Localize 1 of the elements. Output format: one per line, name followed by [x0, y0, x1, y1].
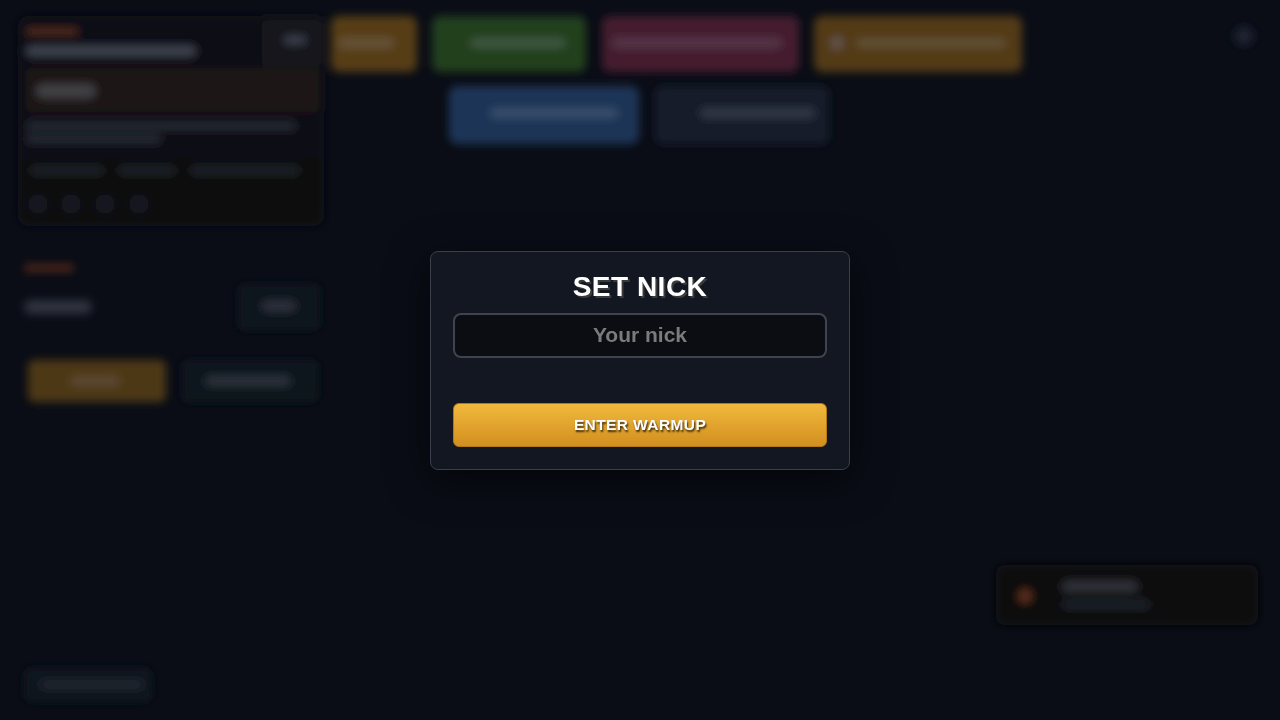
dialog-title: SET NICK: [572, 271, 708, 302]
